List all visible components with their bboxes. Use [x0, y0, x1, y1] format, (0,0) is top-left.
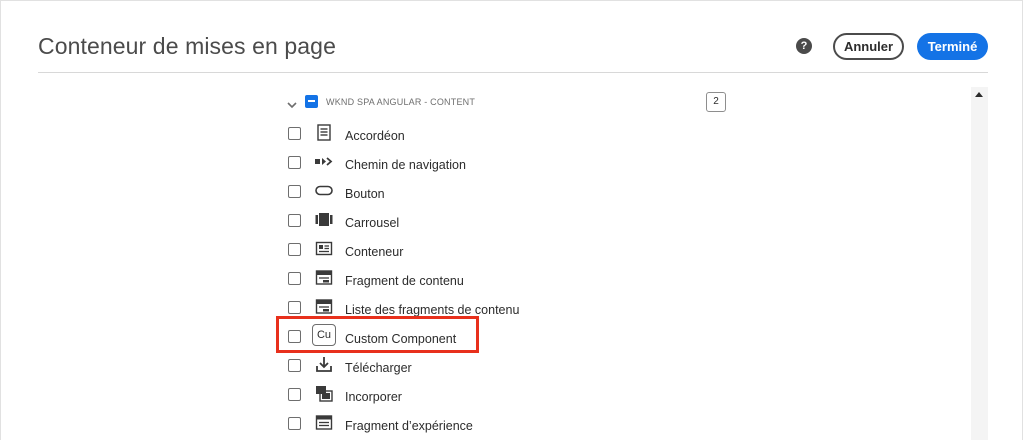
list-item[interactable]: Fragment d’expérience	[287, 411, 707, 440]
experience-fragment-icon	[314, 413, 334, 433]
item-label: Fragment de contenu	[345, 274, 464, 288]
container-icon	[314, 239, 334, 259]
item-checkbox[interactable]	[288, 185, 301, 198]
list-item[interactable]: Conteneur	[287, 237, 707, 266]
download-icon	[314, 355, 334, 375]
group-label: WKND SPA ANGULAR - CONTENT	[326, 97, 476, 107]
list-item[interactable]: Carrousel	[287, 208, 707, 237]
item-label: Bouton	[345, 187, 385, 201]
content-fragment-list-icon	[314, 297, 334, 317]
item-checkbox[interactable]	[288, 417, 301, 430]
list-item[interactable]: Accordéon	[287, 121, 707, 150]
dialog-header: Conteneur de mises en page ? Annuler Ter…	[38, 0, 988, 73]
component-list: Accordéon Chemin de navigation Bouton Ca…	[287, 121, 707, 440]
item-label: Conteneur	[345, 245, 404, 259]
group-checkbox[interactable]	[305, 95, 318, 108]
item-checkbox[interactable]	[288, 156, 301, 169]
page-title: Conteneur de mises en page	[38, 33, 336, 59]
item-label: Fragment d’expérience	[345, 419, 473, 433]
item-label: Chemin de navigation	[345, 158, 466, 172]
help-icon[interactable]: ?	[796, 38, 812, 54]
item-checkbox[interactable]	[288, 127, 301, 140]
list-item[interactable]: Bouton	[287, 179, 707, 208]
item-checkbox[interactable]	[288, 388, 301, 401]
done-button[interactable]: Terminé	[917, 33, 988, 60]
highlight-box	[276, 316, 479, 353]
item-label: Accordéon	[345, 129, 405, 143]
embed-icon	[314, 384, 334, 404]
chevron-down-icon[interactable]	[287, 96, 297, 109]
item-checkbox[interactable]	[288, 214, 301, 227]
list-item[interactable]: Chemin de navigation	[287, 150, 707, 179]
item-label: Télécharger	[345, 361, 412, 375]
item-checkbox[interactable]	[288, 243, 301, 256]
item-checkbox[interactable]	[288, 301, 301, 314]
list-item[interactable]: Incorporer	[287, 382, 707, 411]
item-label: Carrousel	[345, 216, 400, 230]
list-item[interactable]: Fragment de contenu	[287, 266, 707, 295]
item-checkbox[interactable]	[288, 272, 301, 285]
component-group-header[interactable]: WKND SPA ANGULAR - CONTENT 2	[285, 92, 730, 112]
item-checkbox[interactable]	[288, 359, 301, 372]
carousel-icon	[314, 210, 334, 230]
scrollbar[interactable]	[971, 87, 988, 440]
content-fragment-icon	[314, 268, 334, 288]
group-count-badge: 2	[706, 92, 726, 112]
breadcrumb-icon	[314, 152, 334, 172]
item-label: Liste des fragments de contenu	[345, 303, 520, 317]
item-label: Incorporer	[345, 390, 402, 404]
cancel-button[interactable]: Annuler	[833, 33, 904, 60]
list-item[interactable]: Télécharger	[287, 353, 707, 382]
accordion-icon	[314, 123, 334, 143]
scroll-up-arrow-icon[interactable]	[975, 92, 983, 97]
button-icon	[314, 181, 334, 201]
